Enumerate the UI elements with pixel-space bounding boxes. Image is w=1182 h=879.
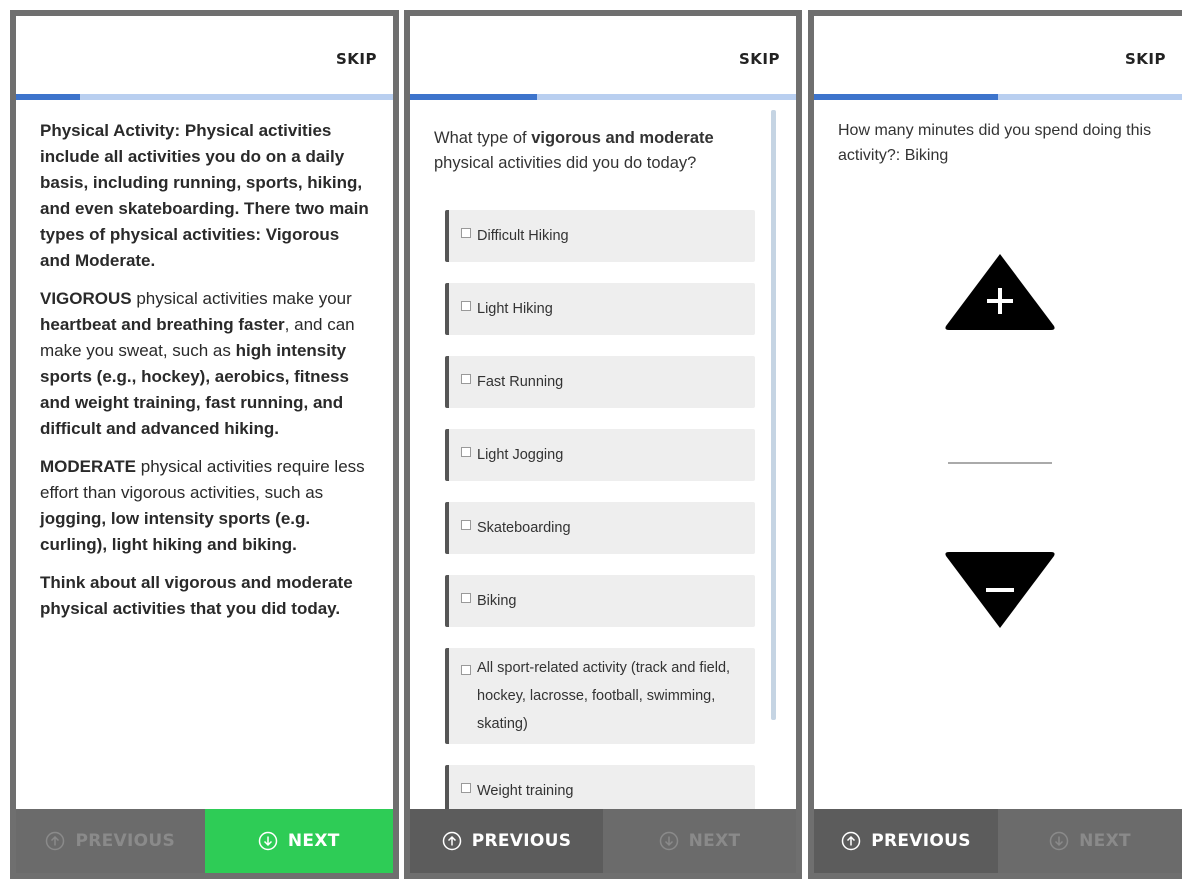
arrow-down-circle-icon: [1049, 831, 1069, 851]
option-biking[interactable]: Biking: [445, 575, 755, 627]
bottom-nav: PREVIOUS NEXT: [410, 809, 796, 873]
moderate-description: MODERATE physical activities require les…: [40, 457, 365, 554]
arrow-up-circle-icon: [841, 831, 861, 851]
question-text: How many minutes did you spend doing thi…: [838, 122, 1152, 164]
option-light-hiking[interactable]: Light Hiking: [445, 283, 755, 335]
next-button[interactable]: NEXT: [998, 809, 1182, 873]
option-skateboarding[interactable]: Skateboarding: [445, 502, 755, 554]
arrow-up-circle-icon: [46, 831, 65, 851]
option-light-jogging[interactable]: Light Jogging: [445, 429, 755, 481]
checkbox[interactable]: [461, 593, 471, 603]
intro-screen: SKIP Physical Activity: Physical activit…: [10, 10, 399, 879]
next-label: NEXT: [287, 831, 340, 851]
option-weight-training[interactable]: Weight training: [445, 765, 755, 809]
minutes-screen: SKIP How many minutes did you spend doin…: [808, 10, 1182, 879]
arrow-down-circle-icon: [258, 831, 278, 851]
option-sport-related[interactable]: All sport-related activity (track and fi…: [445, 648, 755, 744]
next-label: NEXT: [1079, 831, 1131, 851]
checkbox[interactable]: [461, 374, 471, 384]
top-bar: SKIP: [410, 16, 796, 94]
checkbox[interactable]: [461, 447, 471, 457]
arrow-up-circle-icon: [442, 831, 461, 851]
plus-triangle-icon[interactable]: [942, 250, 1058, 332]
option-difficult-hiking[interactable]: Difficult Hiking: [445, 210, 755, 262]
previous-button[interactable]: PREVIOUS: [814, 809, 998, 873]
top-bar: SKIP: [16, 16, 393, 94]
bottom-nav: PREVIOUS NEXT: [16, 809, 393, 873]
intro-prompt: Think about all vigorous and moderate ph…: [40, 573, 353, 618]
checkbox[interactable]: [461, 301, 471, 311]
minutes-value-field[interactable]: [948, 462, 1052, 464]
question-content: What type of vigorous and moderate physi…: [410, 100, 796, 809]
skip-button[interactable]: SKIP: [739, 50, 780, 68]
previous-button[interactable]: PREVIOUS: [410, 809, 603, 873]
arrow-down-circle-icon: [659, 831, 678, 851]
previous-label: PREVIOUS: [871, 831, 971, 851]
scrollbar[interactable]: [771, 110, 776, 720]
skip-button[interactable]: SKIP: [336, 50, 377, 68]
next-label: NEXT: [688, 831, 741, 851]
top-bar: SKIP: [814, 16, 1182, 94]
next-button[interactable]: NEXT: [603, 809, 796, 873]
checkbox[interactable]: [461, 665, 471, 675]
option-fast-running[interactable]: Fast Running: [445, 356, 755, 408]
options-list: Difficult Hiking Light Hiking Fast Runni…: [445, 210, 755, 809]
next-button[interactable]: NEXT: [204, 809, 393, 873]
activity-select-screen: SKIP What type of vigorous and moderate …: [404, 10, 802, 879]
minus-triangle-icon[interactable]: [942, 550, 1058, 632]
skip-button[interactable]: SKIP: [1125, 50, 1166, 68]
question-text: What type of vigorous and moderate physi…: [434, 129, 714, 172]
minutes-content: How many minutes did you spend doing thi…: [814, 100, 1182, 809]
checkbox[interactable]: [461, 520, 471, 530]
intro-content: Physical Activity: Physical activities i…: [16, 100, 393, 809]
bottom-nav: PREVIOUS NEXT: [814, 809, 1182, 873]
checkbox[interactable]: [461, 228, 471, 238]
previous-button[interactable]: PREVIOUS: [16, 809, 205, 873]
intro-definition: Physical Activity: Physical activities i…: [40, 121, 369, 270]
checkbox[interactable]: [461, 783, 471, 793]
previous-label: PREVIOUS: [471, 831, 572, 851]
previous-label: PREVIOUS: [75, 831, 176, 851]
vigorous-description: VIGOROUS physical activities make your h…: [40, 289, 355, 438]
